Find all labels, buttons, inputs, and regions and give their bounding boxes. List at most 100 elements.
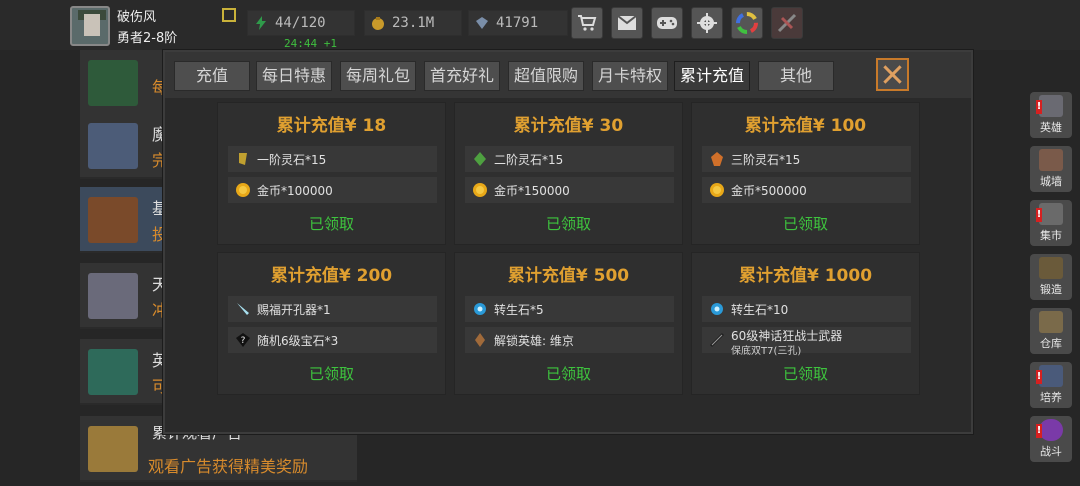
- rebirth-stone-icon: [711, 303, 723, 315]
- treasure-chest-icon: [88, 197, 138, 243]
- recharge-modal: 充值 每日特惠 每周礼包 首充好礼 超值限购 月卡特权 累计充值 其他 累计充值…: [163, 50, 973, 434]
- alert-badge: !: [1036, 424, 1042, 438]
- color-wheel-icon[interactable]: [731, 7, 763, 39]
- tab-cumulative-recharge[interactable]: 累计充值: [674, 61, 750, 91]
- drill-icon: [237, 303, 249, 315]
- reward-row: 三阶灵石*15: [702, 146, 911, 172]
- side-nav-warehouse[interactable]: 仓库: [1030, 308, 1072, 354]
- reward-row: 转生石*5: [465, 296, 674, 322]
- tier2-spirit-stone-icon: [474, 152, 486, 166]
- close-button[interactable]: [876, 58, 909, 91]
- svg-text:?: ?: [241, 336, 246, 346]
- tab-other[interactable]: 其他: [758, 61, 834, 91]
- reward-row: 金币*500000: [702, 177, 911, 203]
- event-icon[interactable]: [771, 7, 803, 39]
- tab-weekly-pack[interactable]: 每周礼包: [340, 61, 416, 91]
- gold-counter: 23.1M: [364, 10, 462, 36]
- left-item-subtitle: 观看广告获得精美奖励: [148, 457, 309, 476]
- alert-badge: !: [1036, 100, 1042, 114]
- card-title: 累计充值¥ 30: [513, 116, 624, 136]
- tier1-spirit-stone-icon: [239, 153, 247, 165]
- reward-card: 累计充值¥ 18 一阶灵石*15 金币*100000 已领取: [217, 102, 446, 245]
- reward-text: 二阶灵石*15: [494, 153, 564, 167]
- claimed-status: 已领取: [308, 365, 354, 383]
- reward-row: 一阶灵石*15: [228, 146, 437, 172]
- gear-icon[interactable]: [691, 7, 723, 39]
- gold-coin-icon: [473, 183, 487, 197]
- claimed-status: 已领取: [545, 215, 591, 233]
- tab-daily-deals[interactable]: 每日特惠: [256, 61, 332, 91]
- alert-badge: !: [1036, 370, 1042, 384]
- book-icon: [88, 60, 138, 106]
- player-avatar[interactable]: [70, 6, 110, 46]
- reward-card: 累计充值¥ 200 赐福开孔器*1 ? 随机6级宝石*3 已领取: [217, 252, 446, 395]
- side-nav-label: 培养: [1040, 391, 1062, 404]
- reward-subtext: 保底双T7(三孔): [731, 346, 802, 357]
- reward-text: 一阶灵石*15: [257, 153, 327, 167]
- side-nav-train[interactable]: ! 培养: [1030, 362, 1072, 408]
- side-nav-label: 仓库: [1040, 337, 1062, 350]
- side-nav-hero[interactable]: ! 英雄: [1030, 92, 1072, 138]
- reward-card: 累计充值¥ 100 三阶灵石*15 金币*500000 已领取: [691, 102, 920, 245]
- alert-badge: !: [1036, 208, 1042, 222]
- top-bar: 破伤风 勇者2-8阶 44/120 24:44 +1 23.1M 41791: [0, 0, 1080, 50]
- reward-text: 转生石*5: [494, 303, 544, 317]
- reward-row: ? 随机6级宝石*3: [228, 327, 437, 353]
- card-title: 累计充值¥ 1000: [738, 266, 873, 286]
- energy-value: 44/120: [275, 15, 326, 31]
- edit-icon[interactable]: [222, 8, 236, 22]
- side-nav-label: 锻造: [1040, 283, 1062, 296]
- side-nav-battle[interactable]: ! 战斗: [1030, 416, 1072, 462]
- shop-cart-icon[interactable]: [571, 7, 603, 39]
- card-title: 累计充值¥ 100: [744, 116, 867, 136]
- tab-recharge[interactable]: 充值: [174, 61, 250, 91]
- lightning-icon: [256, 16, 266, 30]
- helmet-icon: [1039, 95, 1063, 117]
- side-nav-market[interactable]: ! 集市: [1030, 200, 1072, 246]
- gamepad-icon[interactable]: [651, 7, 683, 39]
- train-icon: [1039, 365, 1063, 387]
- claimed-status: 已领取: [308, 215, 354, 233]
- gem-value: 41791: [496, 15, 539, 31]
- gold-coin-icon: [236, 183, 250, 197]
- tab-monthly-card[interactable]: 月卡特权: [592, 61, 668, 91]
- tab-first-recharge[interactable]: 首充好礼: [424, 61, 500, 91]
- energy-timer: 24:44 +1: [284, 37, 337, 50]
- reward-row: 金币*100000: [228, 177, 437, 203]
- reward-row: 二阶灵石*15: [465, 146, 674, 172]
- mail-icon[interactable]: [611, 7, 643, 39]
- side-nav-label: 城墙: [1040, 175, 1062, 188]
- reward-card: 累计充值¥ 500 转生石*5 解锁英雄: 维京 已领取: [454, 252, 683, 395]
- card-title: 累计充值¥ 500: [507, 266, 630, 286]
- reward-text: 解锁英雄: 维京: [494, 334, 574, 348]
- side-nav-label: 战斗: [1040, 445, 1062, 458]
- gold-coin-icon: [710, 183, 724, 197]
- reward-text: 金币*150000: [494, 184, 570, 198]
- weapon-icon: [709, 332, 725, 348]
- side-nav-wall[interactable]: 城墙: [1030, 146, 1072, 192]
- tab-value-limited[interactable]: 超值限购: [508, 61, 584, 91]
- reward-text: 转生石*10: [731, 303, 789, 317]
- jade-block-icon: [88, 349, 138, 395]
- tier3-spirit-stone-icon: [711, 152, 723, 166]
- rebirth-stone-icon: [474, 303, 486, 315]
- claimed-status: 已领取: [545, 365, 591, 383]
- tab-bar: 充值 每日特惠 每周礼包 首充好礼 超值限购 月卡特权 累计充值 其他: [165, 52, 971, 98]
- side-nav-label: 集市: [1040, 229, 1062, 242]
- gem-icon: [476, 17, 488, 29]
- card-title: 累计充值¥ 18: [276, 116, 387, 136]
- reward-text: 金币*100000: [257, 184, 333, 198]
- energy-counter: 44/120: [247, 10, 355, 36]
- reward-card: 累计充值¥ 1000 转生石*10 60级神话狂战士武器 保底双T7(三孔) 已…: [691, 252, 920, 395]
- reward-card: 累计充值¥ 30 二阶灵石*15 金币*150000 已领取: [454, 102, 683, 245]
- player-name: 破伤风: [117, 10, 157, 25]
- hero-unlock-icon: [475, 333, 485, 347]
- card-title: 累计充值¥ 200: [270, 266, 393, 286]
- side-nav-forge[interactable]: 锻造: [1030, 254, 1072, 300]
- wall-icon: [1039, 149, 1063, 171]
- reward-row: 60级神话狂战士武器 保底双T7(三孔): [702, 327, 911, 357]
- side-nav-label: 英雄: [1040, 121, 1062, 134]
- reward-row: 解锁英雄: 维京: [465, 327, 674, 353]
- reward-text: 金币*500000: [731, 184, 807, 198]
- warehouse-icon: [1039, 311, 1063, 333]
